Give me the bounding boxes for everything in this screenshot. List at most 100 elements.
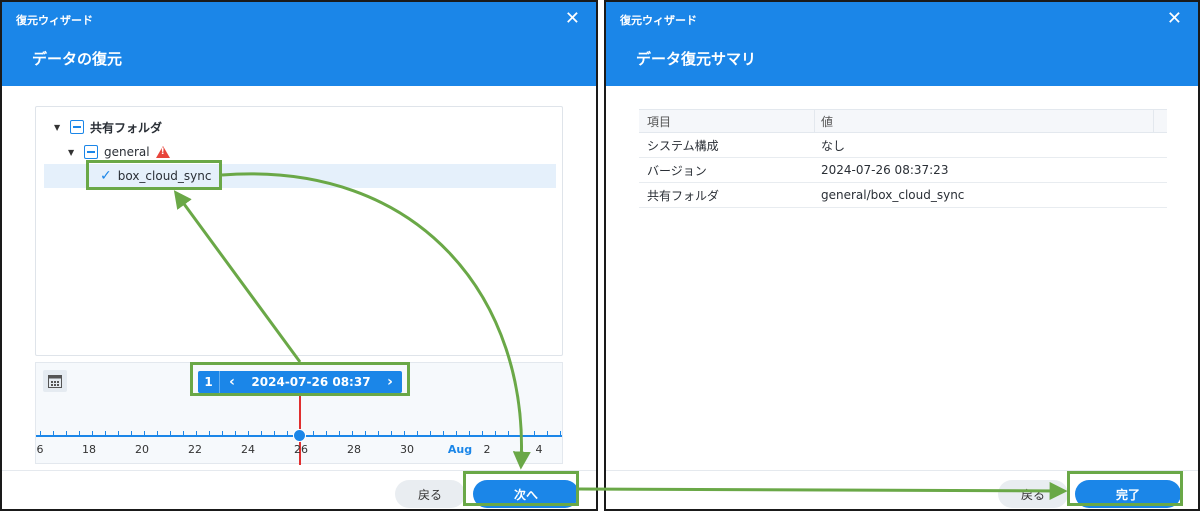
partial-checkbox-icon[interactable] xyxy=(84,145,98,159)
timeline-tick xyxy=(521,431,522,435)
timeline-tick xyxy=(547,431,548,435)
timeline-tick-label: 6 xyxy=(36,443,44,456)
back-button[interactable]: 戻る xyxy=(998,480,1068,508)
timeline-tick xyxy=(118,431,119,435)
timeline-tick xyxy=(274,431,275,435)
table-row: システム構成 なし xyxy=(639,133,1167,158)
header-spacer xyxy=(1153,110,1167,132)
check-icon[interactable]: ✓ xyxy=(100,168,112,184)
row-item: 共有フォルダ xyxy=(647,188,720,203)
row-value: general/box_cloud_sync xyxy=(821,188,965,202)
folder-tree: ▼ 共有フォルダ ▼ general ✓ box_cloud_sync xyxy=(35,106,563,356)
step-title: データの復元 xyxy=(32,50,123,68)
table-header: 項目 値 xyxy=(639,109,1167,133)
close-icon[interactable]: ✕ xyxy=(565,8,580,29)
timeline-tick xyxy=(560,431,561,435)
version-count: 1 xyxy=(198,371,220,393)
footer: 戻る 次へ xyxy=(2,470,596,509)
timeline-tick xyxy=(209,431,210,435)
timeline-tick xyxy=(92,431,93,435)
calendar-button[interactable] xyxy=(43,370,67,392)
timeline-tick-label: 26 xyxy=(294,443,308,456)
timeline-tick-label: 24 xyxy=(241,443,255,456)
header-value: 値 xyxy=(821,114,834,129)
title-bar: 復元ウィザード ✕ データの復元 xyxy=(2,2,596,86)
timeline-tick xyxy=(326,431,327,435)
timeline-tick xyxy=(443,431,444,435)
close-icon[interactable]: ✕ xyxy=(1167,8,1182,29)
selected-version-date: 2024-07-26 08:37 xyxy=(251,375,371,389)
summary-table: 項目 値 システム構成 なし バージョン 2024-07-26 08:37:23… xyxy=(639,109,1167,208)
timeline-tick xyxy=(508,431,509,435)
title-bar: 復元ウィザード ✕ データ復元サマリ xyxy=(606,2,1198,86)
tree-node-label: general xyxy=(104,145,150,159)
timeline-tick-label: Aug xyxy=(447,443,473,456)
restore-wizard-left: 復元ウィザード ✕ データの復元 ▼ 共有フォルダ ▼ general ✓ bo… xyxy=(0,0,598,511)
warning-icon xyxy=(155,146,170,158)
tree-node-shared-folder[interactable]: ▼ 共有フォルダ xyxy=(36,115,562,139)
timeline-tick xyxy=(365,431,366,435)
timeline-handle[interactable] xyxy=(293,429,306,442)
timeline-tick xyxy=(144,431,145,435)
timeline-tick xyxy=(40,431,41,435)
timeline-tick xyxy=(183,431,184,435)
finish-button[interactable]: 完了 xyxy=(1075,480,1181,508)
tree-node-label: 共有フォルダ xyxy=(90,120,163,135)
timeline-tick xyxy=(157,431,158,435)
timeline-tick xyxy=(391,431,392,435)
version-timeline[interactable]: 1 ‹ 2024-07-26 08:37 › 6 18 20 22 24 26 28 30 Au… xyxy=(35,362,563,465)
timeline-tick xyxy=(534,431,535,435)
timeline-tick xyxy=(79,431,80,435)
timeline-tick xyxy=(417,431,418,435)
timeline-tick xyxy=(196,431,197,435)
tree-node-general[interactable]: ▼ general xyxy=(36,140,562,164)
timeline-tick xyxy=(339,431,340,435)
timeline-tick-label: 30 xyxy=(400,443,414,456)
timeline-tick-label: 22 xyxy=(188,443,202,456)
step-title: データ復元サマリ xyxy=(636,50,757,68)
caret-down-icon[interactable]: ▼ xyxy=(68,148,78,157)
timeline-tick xyxy=(404,431,405,435)
restore-wizard-right: 復元ウィザード ✕ データ復元サマリ 項目 値 システム構成 なし バージョン … xyxy=(604,0,1200,511)
timeline-tick xyxy=(222,431,223,435)
date-navigator: 1 ‹ 2024-07-26 08:37 › xyxy=(198,371,402,393)
timeline-tick xyxy=(430,431,431,435)
timeline-tick xyxy=(248,431,249,435)
timeline-tick-label: 2 xyxy=(483,443,491,456)
calendar-icon xyxy=(48,374,62,388)
tree-node-box-cloud-sync[interactable]: ✓ box_cloud_sync xyxy=(44,164,556,188)
chevron-left-icon[interactable]: ‹ xyxy=(220,374,244,390)
next-button[interactable]: 次へ xyxy=(473,480,579,508)
timeline-tick xyxy=(105,431,106,435)
timeline-tick xyxy=(456,431,457,435)
timeline-tick xyxy=(482,431,483,435)
timeline-tick xyxy=(495,431,496,435)
app-title: 復元ウィザード xyxy=(620,14,697,27)
back-button[interactable]: 戻る xyxy=(395,480,465,508)
timeline-tick xyxy=(66,431,67,435)
table-row: バージョン 2024-07-26 08:37:23 xyxy=(639,158,1167,183)
partial-checkbox-icon[interactable] xyxy=(70,120,84,134)
timeline-tick xyxy=(287,431,288,435)
tree-node-label: box_cloud_sync xyxy=(117,169,212,183)
timeline-tick-label: 4 xyxy=(535,443,543,456)
timeline-tick-label: 20 xyxy=(135,443,149,456)
timeline-tick xyxy=(170,431,171,435)
timeline-tick xyxy=(235,431,236,435)
timeline-tick xyxy=(53,431,54,435)
caret-down-icon[interactable]: ▼ xyxy=(54,123,64,132)
chevron-right-icon[interactable]: › xyxy=(378,374,402,390)
timeline-tick-label: 28 xyxy=(347,443,361,456)
timeline-tick xyxy=(352,431,353,435)
header-item: 項目 xyxy=(639,110,815,132)
footer: 戻る 完了 xyxy=(606,470,1198,509)
timeline-tick-label: 18 xyxy=(82,443,96,456)
timeline-tick xyxy=(131,431,132,435)
row-value: なし xyxy=(821,138,846,153)
timeline-tick xyxy=(469,431,470,435)
row-item: システム構成 xyxy=(647,138,719,153)
row-item: バージョン xyxy=(647,163,707,178)
table-row: 共有フォルダ general/box_cloud_sync xyxy=(639,183,1167,208)
row-value: 2024-07-26 08:37:23 xyxy=(821,163,949,177)
timeline-tick xyxy=(261,431,262,435)
